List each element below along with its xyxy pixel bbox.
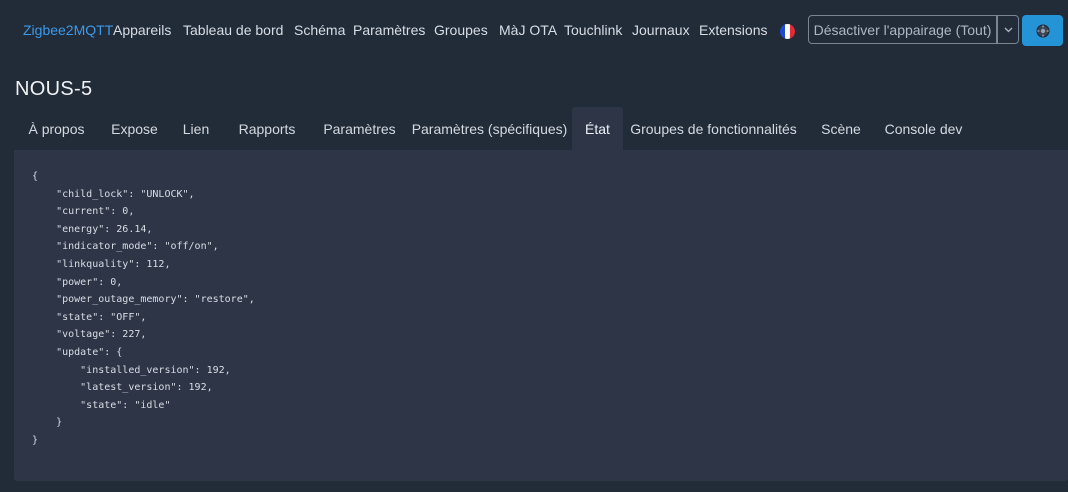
- disable-pairing-button[interactable]: Désactiver l'appairage (Tout): [808, 15, 997, 44]
- tab-reporting[interactable]: Rapports: [222, 107, 312, 150]
- top-navbar: Zigbee2MQTT Appareils Tableau de bord Sc…: [0, 0, 1068, 62]
- tab-state[interactable]: État: [572, 107, 623, 150]
- tab-about[interactable]: À propos: [14, 107, 99, 150]
- tab-expose[interactable]: Expose: [99, 107, 170, 150]
- device-tabs: À propos Expose Lien Rapports Paramètres…: [14, 107, 1068, 150]
- nav-item-extensions[interactable]: Extensions: [699, 22, 767, 38]
- nav-item-dashboard[interactable]: Tableau de bord: [183, 22, 283, 38]
- state-json-view: { "child_lock": "UNLOCK", "current": 0, …: [32, 171, 255, 446]
- tab-dev-console[interactable]: Console dev: [878, 107, 969, 150]
- chevron-down-icon: [1004, 27, 1012, 32]
- nav-item-map[interactable]: Schéma: [294, 22, 345, 38]
- nav-item-devices[interactable]: Appareils: [113, 22, 171, 38]
- tab-scene[interactable]: Scène: [804, 107, 878, 150]
- gear-icon: [1036, 24, 1049, 37]
- settings-button[interactable]: [1022, 15, 1063, 46]
- fr-flag-icon[interactable]: [780, 24, 795, 39]
- tab-feature-groups[interactable]: Groupes de fonctionnalités: [623, 107, 804, 150]
- tab-bind[interactable]: Lien: [170, 107, 222, 150]
- brand-link[interactable]: Zigbee2MQTT: [23, 22, 113, 38]
- device-title: NOUS-5: [15, 78, 93, 100]
- nav-item-logs[interactable]: Journaux: [632, 22, 690, 38]
- state-panel: { "child_lock": "UNLOCK", "current": 0, …: [14, 150, 1068, 481]
- nav-item-settings[interactable]: Paramètres: [353, 22, 425, 38]
- tab-settings[interactable]: Paramètres: [312, 107, 407, 150]
- pairing-dropdown-toggle[interactable]: [997, 15, 1019, 44]
- nav-item-ota[interactable]: MàJ OTA: [499, 22, 557, 38]
- nav-item-groups[interactable]: Groupes: [434, 22, 488, 38]
- tab-settings-specific[interactable]: Paramètres (spécifiques): [407, 107, 572, 150]
- nav-item-touchlink[interactable]: Touchlink: [564, 22, 622, 38]
